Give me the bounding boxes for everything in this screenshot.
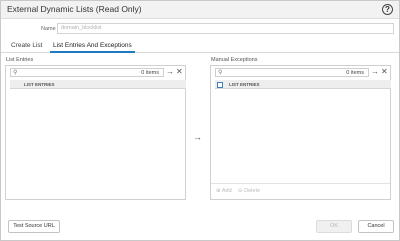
apply-filter-arrow-icon[interactable]: →: [371, 68, 379, 76]
add-button[interactable]: ⊕ Add: [216, 188, 232, 194]
delete-button[interactable]: ⊝ Delete: [238, 188, 260, 194]
apply-filter-arrow-icon[interactable]: →: [166, 68, 174, 76]
list-entries-column-header[interactable]: LIST ENTRIES: [10, 80, 186, 89]
manual-exceptions-count: 0 items: [346, 70, 364, 76]
tab-list-entries-and-exceptions[interactable]: List Entries And Exceptions: [50, 40, 135, 53]
tab-create-list[interactable]: Create List: [11, 40, 42, 53]
divider: [211, 183, 390, 184]
manual-exceptions-search-input[interactable]: ⚲ 0 items: [215, 68, 369, 77]
help-icon[interactable]: ?: [382, 4, 393, 15]
manual-exceptions-panel: ⚲ 0 items → ✕ LIST ENTRIES ⊕ Add ⊝ Delet…: [210, 65, 391, 200]
select-all-checkbox[interactable]: [217, 81, 223, 88]
name-field[interactable]: domain_blocklist: [57, 23, 394, 34]
delete-label: Delete: [244, 188, 261, 194]
tab-bar: Create List List Entries And Exceptions: [1, 38, 399, 53]
test-source-url-button[interactable]: Test Source URL: [8, 220, 60, 233]
cancel-button[interactable]: Cancel: [358, 220, 394, 233]
search-icon: ⚲: [13, 70, 18, 76]
list-entries-search-input[interactable]: ⚲ 0 items: [10, 68, 164, 77]
clear-filter-icon[interactable]: ✕: [176, 68, 183, 76]
dialog-title: External Dynamic Lists (Read Only): [7, 4, 142, 14]
list-entries-count: 0 items: [141, 70, 159, 76]
dialog: External Dynamic Lists (Read Only) ? Nam…: [0, 0, 400, 241]
manual-exceptions-label: Manual Exceptions: [211, 57, 258, 63]
search-icon: ⚲: [218, 70, 223, 76]
list-entries-panel: ⚲ 0 items → ✕ LIST ENTRIES: [5, 65, 186, 200]
move-to-exceptions-arrow-icon[interactable]: →: [193, 132, 202, 142]
dialog-titlebar: External Dynamic Lists (Read Only) ?: [1, 1, 399, 19]
list-entries-label: List Entries: [6, 57, 34, 63]
ok-button[interactable]: OK: [316, 220, 352, 233]
add-label: Add: [221, 188, 232, 194]
manual-exceptions-column-header[interactable]: LIST ENTRIES: [215, 80, 391, 89]
clear-filter-icon[interactable]: ✕: [381, 68, 388, 76]
name-label: Name: [41, 26, 56, 32]
